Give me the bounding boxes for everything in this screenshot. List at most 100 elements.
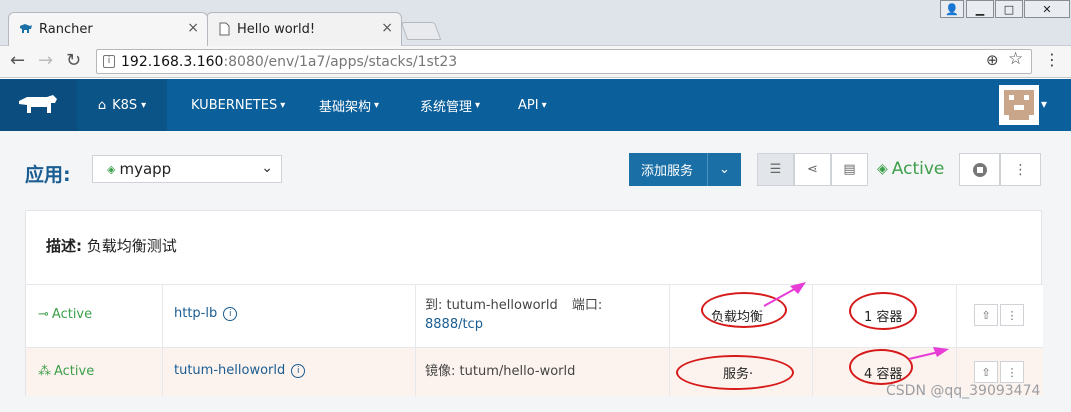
back-icon[interactable]: ← bbox=[10, 52, 25, 70]
detail-prefix: 到: bbox=[425, 298, 443, 313]
graph-view-button[interactable]: ⋖ bbox=[794, 153, 831, 186]
environment-switcher[interactable]: ⌂ K8S ▾ bbox=[77, 79, 167, 131]
upgrade-button[interactable]: ⇧ bbox=[974, 304, 998, 326]
nav-label: API bbox=[518, 97, 539, 113]
chevron-down-icon[interactable]: ⌄ bbox=[707, 153, 741, 186]
stack-description: 描述: 负载均衡测试 bbox=[46, 235, 177, 256]
column-divider bbox=[415, 348, 416, 396]
column-divider bbox=[162, 285, 163, 347]
tab-hello-world[interactable]: Hello world! × bbox=[206, 12, 402, 46]
info-icon[interactable]: i bbox=[223, 306, 238, 321]
bookmark-star-icon[interactable]: ☆ bbox=[1008, 49, 1023, 69]
detail-prefix: 镜像: bbox=[425, 364, 456, 379]
chevron-down-icon[interactable]: ▾ bbox=[1041, 97, 1047, 111]
address-bar[interactable]: i 192.168.3.160:8080/env/1a7/apps/stacks… bbox=[96, 49, 1032, 74]
service-name-label: http-lb bbox=[174, 306, 218, 321]
user-icon[interactable]: 👤 bbox=[940, 0, 964, 18]
tab-label: Rancher bbox=[39, 22, 93, 37]
rancher-cow-icon bbox=[18, 95, 57, 113]
upgrade-icon: ⇧ bbox=[981, 308, 991, 322]
nav-label: KUBERNETES bbox=[191, 97, 278, 113]
browser-toolbar: ← → ↻ i 192.168.3.160:8080/env/1a7/apps/… bbox=[0, 46, 1071, 78]
close-icon[interactable]: × bbox=[381, 21, 393, 35]
service-detail: 镜像: tutum/hello-world bbox=[425, 362, 575, 381]
stop-icon bbox=[972, 162, 987, 177]
column-divider bbox=[415, 285, 416, 347]
detail-port-label: 端口: bbox=[571, 298, 603, 313]
environment-label: K8S bbox=[112, 97, 138, 113]
browser-menu-icon[interactable]: ⋮ bbox=[1044, 50, 1060, 69]
stack-selected: myapp bbox=[119, 160, 172, 178]
stack-status: ◈ Active bbox=[877, 159, 944, 179]
more-actions-button[interactable]: ⋮ bbox=[1000, 153, 1041, 186]
page-info-icon[interactable]: i bbox=[103, 55, 115, 68]
chevron-down-icon: ▾ bbox=[280, 99, 286, 111]
load-balancer-icon: ⊸ bbox=[38, 307, 49, 322]
upgrade-button[interactable]: ⇧ bbox=[974, 361, 998, 383]
chevron-down-icon: ▾ bbox=[541, 99, 547, 111]
avatar[interactable] bbox=[999, 85, 1039, 125]
description-label: 描述: bbox=[46, 237, 82, 255]
minimize-button[interactable]: ▁ bbox=[966, 0, 994, 18]
add-service-label: 添加服务 bbox=[641, 164, 694, 179]
upgrade-icon: ⇧ bbox=[981, 365, 991, 379]
tab-rancher[interactable]: Rancher × bbox=[8, 12, 208, 46]
new-tab-button[interactable] bbox=[400, 22, 442, 40]
service-detail: 到: tutum-helloworld 端口: 8888/tcp bbox=[425, 296, 602, 334]
nav-admin[interactable]: 系统管理 ▾ bbox=[420, 79, 480, 131]
zoom-icon[interactable]: ⊕ bbox=[986, 51, 999, 69]
compose-view-button[interactable]: ▤ bbox=[831, 153, 868, 186]
stack-status-label: Active bbox=[891, 159, 945, 179]
service-icon: ⁂ bbox=[38, 364, 51, 379]
row-more-button[interactable]: ⋮ bbox=[1000, 361, 1024, 383]
stack-icon: ◈ bbox=[107, 162, 116, 176]
annotation-ellipse bbox=[676, 355, 794, 390]
stop-button[interactable] bbox=[959, 153, 1000, 186]
add-service-button[interactable]: 添加服务 ⌄ bbox=[629, 153, 741, 186]
annotation-arrow bbox=[763, 282, 806, 307]
stack-selector[interactable]: ◈ myapp ⌄ bbox=[92, 155, 282, 183]
list-view-button[interactable]: ☰ bbox=[757, 153, 794, 186]
view-toggle-group: ☰ ⋖ ▤ bbox=[757, 153, 868, 186]
nav-label: 基础架构 bbox=[319, 99, 372, 115]
annotation-arrow bbox=[908, 347, 949, 360]
url-path: :8080/env/1a7/apps/stacks/1st23 bbox=[223, 53, 458, 70]
list-icon: ☰ bbox=[769, 162, 782, 177]
nav-api[interactable]: API ▾ bbox=[518, 79, 547, 131]
chevron-down-icon: ▾ bbox=[475, 99, 481, 111]
avatar-identicon bbox=[1004, 90, 1034, 120]
close-icon[interactable]: × bbox=[187, 21, 199, 35]
close-button[interactable]: ✕ bbox=[1024, 0, 1070, 18]
nav-kubernetes[interactable]: KUBERNETES ▾ bbox=[191, 79, 285, 131]
rancher-icon bbox=[20, 24, 32, 33]
url-host: 192.168.3.160 bbox=[121, 53, 224, 70]
maximize-button[interactable]: □ bbox=[995, 0, 1023, 18]
more-vertical-icon: ⋮ bbox=[1006, 365, 1018, 379]
annotation-ellipse bbox=[849, 349, 913, 385]
service-name[interactable]: tutum-helloworld i bbox=[174, 363, 306, 378]
forward-icon[interactable]: → bbox=[38, 52, 53, 70]
top-navbar: ⌂ K8S ▾ KUBERNETES ▾ 基础架构 ▾ 系统管理 ▾ API ▾ ▾ bbox=[0, 79, 1071, 131]
rancher-logo[interactable] bbox=[0, 79, 77, 131]
detail-target: tutum-helloworld bbox=[446, 298, 558, 313]
watermark: CSDN @qq_39093474 bbox=[886, 383, 1041, 399]
chevron-down-icon: ▾ bbox=[141, 99, 147, 111]
annotation-ellipse bbox=[849, 292, 917, 330]
home-icon: ⌂ bbox=[97, 97, 107, 113]
service-name[interactable]: http-lb i bbox=[174, 306, 238, 321]
detail-port-link[interactable]: 8888/tcp bbox=[425, 317, 483, 332]
row-more-button[interactable]: ⋮ bbox=[1000, 304, 1024, 326]
nav-infrastructure[interactable]: 基础架构 ▾ bbox=[319, 79, 379, 131]
browser-titlebar: Rancher × Hello world! × 👤 ▁ □ ✕ bbox=[0, 0, 1071, 46]
column-divider bbox=[162, 348, 163, 396]
service-name-label: tutum-helloworld bbox=[174, 363, 286, 378]
service-state: ⊸ Active bbox=[38, 307, 92, 322]
chevron-down-icon: ▾ bbox=[374, 99, 380, 111]
reload-icon[interactable]: ↻ bbox=[66, 52, 81, 70]
column-divider bbox=[812, 285, 813, 347]
share-icon: ⋖ bbox=[807, 162, 818, 177]
column-divider bbox=[669, 285, 670, 347]
info-icon[interactable]: i bbox=[291, 363, 306, 378]
detail-target: tutum/hello-world bbox=[459, 364, 576, 379]
tab-label: Hello world! bbox=[237, 22, 316, 37]
